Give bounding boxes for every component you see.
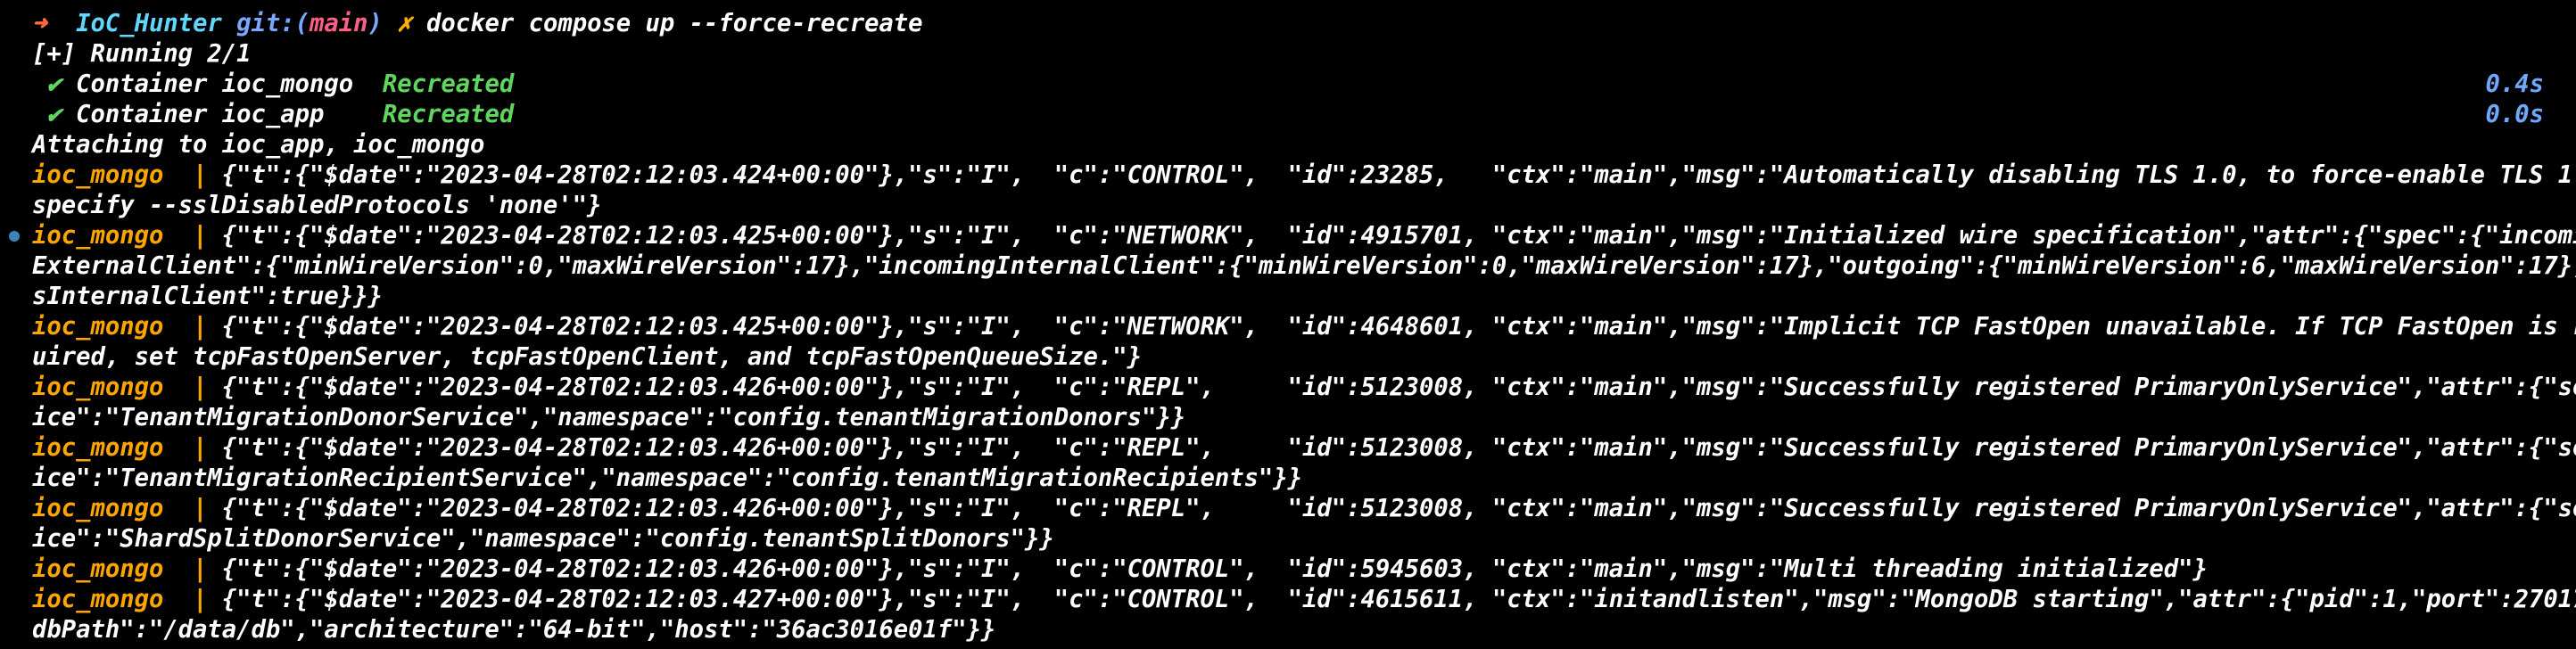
service-name: ioc_mongo xyxy=(32,495,164,522)
log-text: {"t":{"$date":"2023-04-28T02:12:03.424+0… xyxy=(221,161,2576,189)
log-line-continuation: sInternalClient":true}}} xyxy=(32,283,383,310)
container-status: Recreated xyxy=(382,70,515,98)
log-text: {"t":{"$date":"2023-04-28T02:12:03.425+0… xyxy=(221,313,2576,341)
container-status-row: ✔ Container ioc_mongo Recreated 0.4s xyxy=(32,70,2544,100)
log-line-continuation: uired, set tcpFastOpenServer, tcpFastOpe… xyxy=(32,343,1142,371)
container-timing: 0.4s xyxy=(2485,70,2544,98)
dirty-marker-icon: ✗ xyxy=(397,10,412,37)
prompt-line: ➜ IoC_Hunter git:(main) ✗ docker compose… xyxy=(32,9,2544,39)
container-timing: 0.0s xyxy=(2485,101,2544,128)
log-text: {"t":{"$date":"2023-04-28T02:12:03.427+0… xyxy=(221,586,2576,613)
log-line: ioc_mongo | {"t":{"$date":"2023-04-28T02… xyxy=(32,585,2576,615)
prompt-branch: main xyxy=(310,10,368,37)
log-line: ioc_mongo | {"t":{"$date":"2023-04-28T02… xyxy=(32,373,2576,403)
service-name: ioc_mongo xyxy=(32,161,164,189)
container-label: Container ioc_app xyxy=(76,101,354,128)
log-text: {"t":{"$date":"2023-04-28T02:12:03.426+0… xyxy=(221,434,2576,462)
log-line: ioc_mongo | {"t":{"$date":"2023-04-28T02… xyxy=(32,160,2576,191)
service-name: ioc_mongo xyxy=(32,434,164,462)
log-line: ioc_mongo | {"t":{"$date":"2023-04-28T02… xyxy=(32,494,2576,524)
log-line: ioc_mongo | {"t":{"$date":"2023-04-28T02… xyxy=(32,555,2208,583)
log-line-continuation: ice":"TenantMigrationDonorService","name… xyxy=(32,404,1186,431)
log-line-continuation: ice":"TenantMigrationRecipientService","… xyxy=(32,464,1303,492)
log-text: {"t":{"$date":"2023-04-28T02:12:03.425+0… xyxy=(221,222,2576,250)
service-name: ioc_mongo xyxy=(32,586,164,613)
service-name: ioc_mongo xyxy=(32,374,164,401)
mark-dot-icon xyxy=(9,231,20,242)
check-icon: ✔ xyxy=(46,70,62,98)
log-line: ioc_mongo | {"t":{"$date":"2023-04-28T02… xyxy=(9,221,2576,251)
log-line-continuation: ExternalClient":{"minWireVersion":0,"max… xyxy=(32,252,2576,280)
log-text: {"t":{"$date":"2023-04-28T02:12:03.426+0… xyxy=(221,555,2208,583)
prompt-directory: IoC_Hunter xyxy=(76,10,222,37)
container-status: Recreated xyxy=(382,101,515,128)
log-line-continuation: ice":"ShardSplitDonorService","namespace… xyxy=(32,525,1054,553)
prompt-git-prefix: git:( xyxy=(236,10,310,37)
container-label: Container ioc_mongo xyxy=(76,70,354,98)
container-status-row: ✔ Container ioc_app Recreated 0.0s xyxy=(32,100,2544,130)
terminal-output[interactable]: ➜ IoC_Hunter git:(main) ✗ docker compose… xyxy=(9,9,2576,645)
prompt-git-suffix: ) xyxy=(367,10,383,37)
log-text: {"t":{"$date":"2023-04-28T02:12:03.426+0… xyxy=(221,374,2576,401)
service-name: ioc_mongo xyxy=(32,313,164,341)
log-line: ioc_mongo | {"t":{"$date":"2023-04-28T02… xyxy=(32,433,2576,464)
check-icon: ✔ xyxy=(46,101,62,128)
log-line-continuation: specify --sslDisabledProtocols 'none'"} xyxy=(32,192,602,219)
service-name: ioc_mongo xyxy=(32,555,164,583)
service-name: ioc_mongo xyxy=(32,222,164,250)
command-text: docker compose up --force-recreate xyxy=(426,10,923,37)
running-status: [+] Running 2/1 xyxy=(32,40,252,68)
log-line-continuation: dbPath":"/data/db","architecture":"64-bi… xyxy=(32,616,996,644)
attaching-line: Attaching to ioc_app, ioc_mongo xyxy=(32,131,485,159)
log-text: {"t":{"$date":"2023-04-28T02:12:03.426+0… xyxy=(221,495,2576,522)
prompt-arrow-icon: ➜ xyxy=(32,10,47,37)
log-line: ioc_mongo | {"t":{"$date":"2023-04-28T02… xyxy=(32,312,2576,342)
